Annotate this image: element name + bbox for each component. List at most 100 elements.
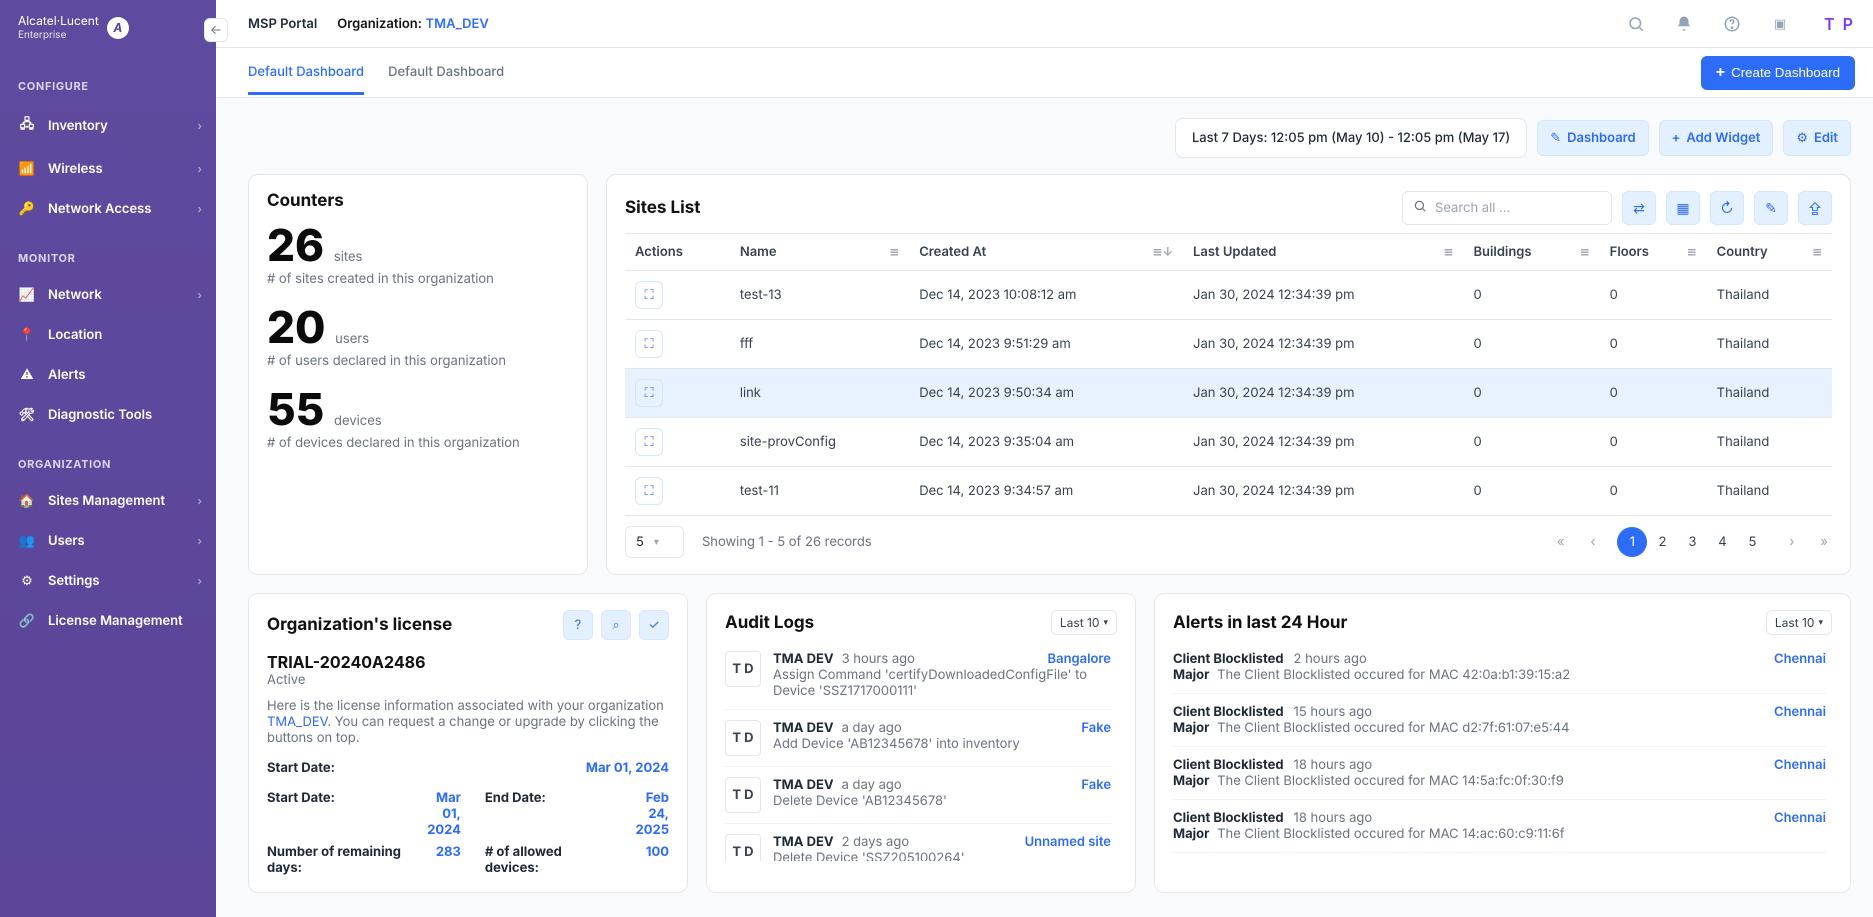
export-button[interactable]: ⇪ — [1798, 191, 1832, 225]
col-actions[interactable]: Actions — [625, 234, 730, 271]
nav-item-users[interactable]: 👥 Users › — [0, 521, 216, 561]
license-confirm-button[interactable]: ✓ — [639, 610, 669, 640]
page-3[interactable]: 3 — [1677, 527, 1707, 557]
nav-item-network[interactable]: 📈 Network › — [0, 275, 216, 315]
alerts-card: Alerts in last 24 Hour Last 10▾ Client B… — [1154, 593, 1851, 893]
expand-row-button[interactable]: ⛶ — [635, 330, 663, 358]
alert-time: 18 hours ago — [1294, 757, 1373, 773]
column-menu-icon[interactable]: ≡ — [1152, 244, 1162, 259]
tab-default-dashboard-1[interactable]: Default Dashboard — [248, 50, 364, 95]
chevron-down-icon: ▾ — [1818, 617, 1823, 628]
apps-icon[interactable]: ▣ — [1766, 10, 1794, 38]
table-row[interactable]: ⛶ site-provConfig Dec 14, 2023 9:35:04 a… — [625, 418, 1832, 467]
column-menu-icon[interactable]: ≡ — [1687, 244, 1697, 259]
counters-card: Counters 26 sites # of sites created in … — [248, 174, 588, 575]
log-location-link[interactable]: Fake — [1081, 777, 1111, 793]
bell-icon[interactable] — [1670, 10, 1698, 38]
page-prev-button[interactable]: ‹ — [1586, 534, 1599, 550]
expand-row-button[interactable]: ⛶ — [635, 379, 663, 407]
alerts-range-dropdown[interactable]: Last 10▾ — [1766, 610, 1832, 635]
nav-item-sites-management[interactable]: 🏠 Sites Management › — [0, 481, 216, 521]
sort-desc-icon[interactable]: ↓ — [1162, 244, 1173, 259]
dashboard-mode-button[interactable]: ✎ Dashboard — [1537, 120, 1648, 156]
expand-row-button[interactable]: ⛶ — [635, 477, 663, 505]
page-5[interactable]: 5 — [1737, 527, 1767, 557]
alert-item[interactable]: Client Blocklisted 15 hours ago Chennai … — [1173, 694, 1826, 747]
refresh-button[interactable]: ↻ — [1710, 191, 1744, 225]
alert-location-link[interactable]: Chennai — [1774, 651, 1826, 667]
alert-item[interactable]: Client Blocklisted 18 hours ago Chennai … — [1173, 747, 1826, 800]
nav-item-inventory[interactable]: 🖧 Inventory › — [0, 103, 216, 149]
time-range-selector[interactable]: Last 7 Days: 12:05 pm (May 10) - 12:05 p… — [1175, 118, 1527, 158]
showing-text: Showing 1 - 5 of 26 records — [702, 534, 872, 550]
col-last-updated[interactable]: Last Updated≡ — [1183, 234, 1463, 271]
nav-item-settings[interactable]: ⚙ Settings › — [0, 561, 216, 601]
col-country[interactable]: Country≡ — [1707, 234, 1832, 271]
sidebar-collapse-button[interactable]: ← — [204, 18, 228, 42]
table-row[interactable]: ⛶ test-13 Dec 14, 2023 10:08:12 am Jan 3… — [625, 271, 1832, 320]
user-avatar[interactable]: T P — [1824, 14, 1855, 34]
audit-log-item[interactable]: T D TMA DEV 2 days ago Unnamed site Dele… — [725, 824, 1111, 861]
nav-icon: 🖧 — [18, 115, 36, 137]
nav-item-label: Users — [48, 533, 85, 549]
license-help-button[interactable]: ? — [563, 610, 593, 640]
search-icon[interactable] — [1622, 10, 1650, 38]
alert-severity: Major — [1173, 773, 1209, 789]
audit-log-item[interactable]: T D TMA DEV a day ago Fake Add Device 'A… — [725, 710, 1111, 767]
alert-type: Client Blocklisted — [1173, 810, 1284, 826]
alert-item[interactable]: Client Blocklisted 2 hours ago Chennai M… — [1173, 641, 1826, 694]
col-name[interactable]: Name≡ — [730, 234, 909, 271]
cell-country: Thailand — [1707, 369, 1832, 418]
nav-item-license-management[interactable]: 🔗 License Management — [0, 601, 216, 641]
page-size-select[interactable]: 5 ▾ — [625, 526, 684, 558]
nav-item-wireless[interactable]: 📶 Wireless › — [0, 149, 216, 189]
nav-item-diagnostic-tools[interactable]: 🛠 Diagnostic Tools — [0, 395, 216, 435]
org-value[interactable]: TMA_DEV — [426, 16, 489, 32]
expand-row-button[interactable]: ⛶ — [635, 281, 663, 309]
page-4[interactable]: 4 — [1707, 527, 1737, 557]
nav-item-alerts[interactable]: ⚠ Alerts — [0, 355, 216, 395]
alert-location-link[interactable]: Chennai — [1774, 704, 1826, 720]
add-widget-button[interactable]: + Add Widget — [1659, 120, 1774, 156]
columns-toggle-button[interactable]: ⇄ — [1622, 191, 1656, 225]
layout-button[interactable]: ▦ — [1666, 191, 1700, 225]
log-location-link[interactable]: Unnamed site — [1025, 834, 1111, 850]
log-location-link[interactable]: Fake — [1081, 720, 1111, 736]
page-first-button[interactable]: « — [1553, 534, 1569, 550]
audit-range-dropdown[interactable]: Last 10▾ — [1051, 610, 1117, 635]
nav-item-location[interactable]: 📍 Location — [0, 315, 216, 355]
col-floors[interactable]: Floors≡ — [1600, 234, 1707, 271]
log-location-link[interactable]: Bangalore — [1048, 651, 1111, 667]
page-last-button[interactable]: » — [1816, 534, 1832, 550]
cell-name: test-13 — [730, 271, 909, 320]
page-1[interactable]: 1 — [1617, 527, 1647, 557]
alert-item[interactable]: Client Blocklisted 18 hours ago Chennai … — [1173, 800, 1826, 853]
tab-default-dashboard-2[interactable]: Default Dashboard — [388, 50, 504, 95]
help-icon[interactable] — [1718, 10, 1746, 38]
edit-table-button[interactable]: ✎ — [1754, 191, 1788, 225]
table-row[interactable]: ⛶ link Dec 14, 2023 9:50:34 am Jan 30, 2… — [625, 369, 1832, 418]
table-row[interactable]: ⛶ fff Dec 14, 2023 9:51:29 am Jan 30, 20… — [625, 320, 1832, 369]
page-2[interactable]: 2 — [1647, 527, 1677, 557]
edit-button[interactable]: ⚙ Edit — [1783, 120, 1851, 156]
create-dashboard-button[interactable]: + Create Dashboard — [1701, 56, 1855, 90]
page-next-button[interactable]: › — [1785, 534, 1798, 550]
license-org-link[interactable]: TMA_DEV — [267, 714, 327, 730]
col-created-at[interactable]: Created At↓≡ — [909, 234, 1183, 271]
table-row[interactable]: ⛶ test-11 Dec 14, 2023 9:34:57 am Jan 30… — [625, 467, 1832, 516]
column-menu-icon[interactable]: ≡ — [1443, 244, 1453, 259]
alert-location-link[interactable]: Chennai — [1774, 757, 1826, 773]
col-buildings[interactable]: Buildings≡ — [1463, 234, 1599, 271]
audit-log-item[interactable]: T D TMA DEV 3 hours ago Bangalore Assign… — [725, 641, 1111, 710]
nav-item-network-access[interactable]: 🔑 Network Access › — [0, 189, 216, 229]
audit-log-item[interactable]: T D TMA DEV a day ago Fake Delete Device… — [725, 767, 1111, 824]
column-menu-icon[interactable]: ≡ — [1812, 244, 1822, 259]
column-menu-icon[interactable]: ≡ — [889, 244, 899, 259]
alert-item[interactable]: Client Blocklisted 18 hours ago Chennai … — [1173, 853, 1826, 861]
license-view-button[interactable]: ⌕ — [601, 610, 631, 640]
column-menu-icon[interactable]: ≡ — [1580, 244, 1590, 259]
expand-row-button[interactable]: ⛶ — [635, 428, 663, 456]
alert-location-link[interactable]: Chennai — [1774, 810, 1826, 826]
sites-search-input[interactable]: Search all ... — [1402, 191, 1612, 225]
nav-item-label: Location — [48, 327, 102, 343]
